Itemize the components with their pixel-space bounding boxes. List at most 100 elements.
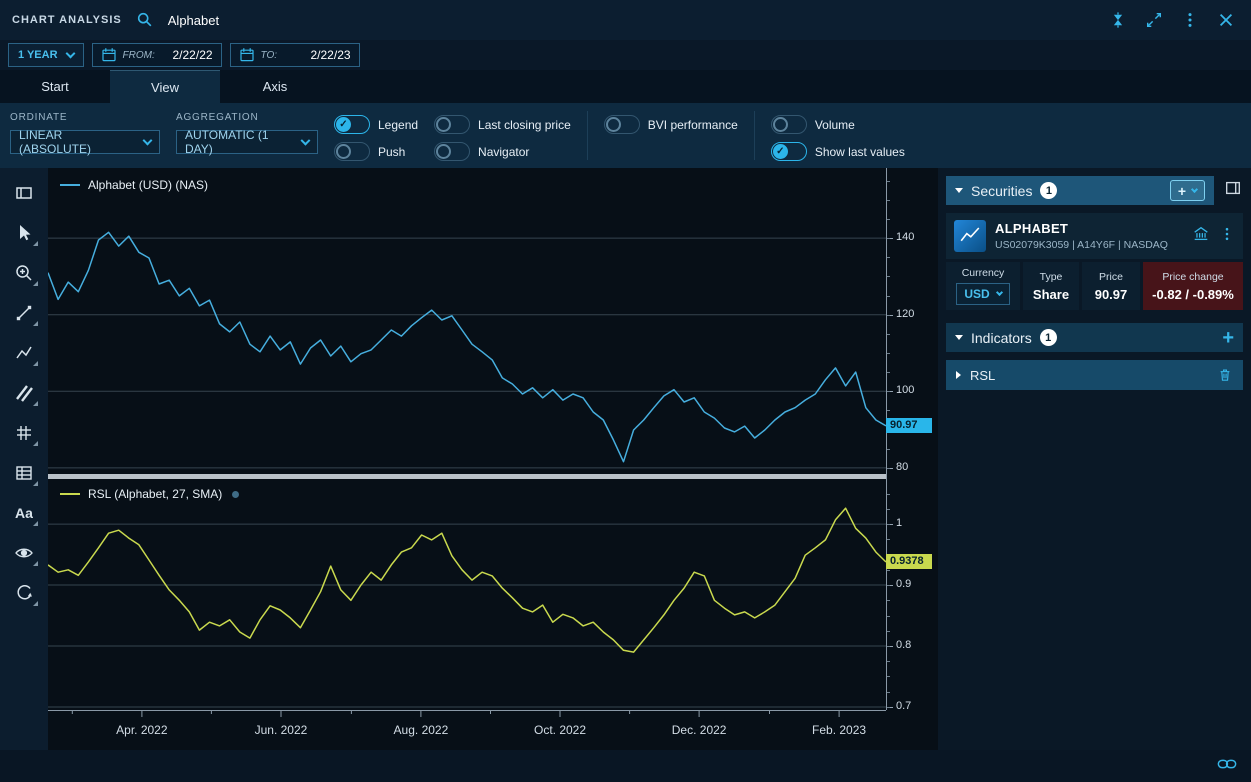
toggle-track: ✓ [434, 115, 470, 134]
search-input[interactable]: Alphabet [168, 13, 219, 28]
aggregation-select[interactable]: AUTOMATIC (1 DAY) [176, 130, 318, 154]
panels-tool-button[interactable] [4, 454, 44, 492]
link-status-icon[interactable] [1217, 757, 1237, 776]
price-panel[interactable]: Alphabet (USD) (NAS) 8010012014090.97 [48, 168, 938, 474]
collapse-panel-icon [14, 183, 34, 203]
y-axis-minor-tick [887, 353, 890, 354]
search-icon[interactable] [132, 7, 158, 33]
y-axis-tick-label: 100 [896, 384, 914, 396]
price-field: Price 90.97 [1082, 262, 1140, 310]
tab-axis[interactable]: Axis [220, 70, 330, 103]
y-axis-minor-tick [887, 391, 890, 392]
toggle-show-last-values[interactable]: ✓ Show last values [771, 142, 905, 161]
status-bar [0, 750, 1251, 782]
tab-label: View [151, 80, 179, 95]
currency-select[interactable]: USD [956, 283, 1009, 305]
toggle-legend[interactable]: ✓ Legend [334, 115, 418, 134]
price-legend-label: Alphabet (USD) (NAS) [88, 178, 208, 192]
indicators-header[interactable]: Indicators 1 + [946, 323, 1243, 352]
ordinate-select[interactable]: LINEAR (ABSOLUTE) [10, 130, 160, 154]
add-security-button[interactable]: + [1170, 180, 1205, 201]
toggle-push[interactable]: ✓ Push [334, 142, 418, 161]
ordinate-control: ORDINATE LINEAR (ABSOLUTE) [10, 103, 160, 168]
toggle-bvi-performance[interactable]: ✓ BVI performance [604, 115, 738, 134]
y-axis-minor-tick [887, 276, 890, 277]
collapse-toolbar-button[interactable] [4, 174, 44, 212]
x-axis-tick-label: Oct. 2022 [514, 723, 606, 737]
calendar-icon [239, 47, 255, 63]
security-menu-kebab-icon[interactable] [1219, 226, 1235, 247]
range-select-button[interactable]: 1 YEAR [8, 43, 84, 67]
close-icon[interactable] [1213, 7, 1239, 33]
from-value[interactable]: 2/22/22 [173, 48, 213, 62]
tab-view[interactable]: View [110, 70, 220, 103]
chart-analysis-window: CHART ANALYSIS Alphabet [0, 0, 1251, 782]
toggle-last-closing-price[interactable]: ✓ Last closing price [434, 115, 571, 134]
toggle-label: BVI performance [648, 118, 738, 132]
toggle-label: Last closing price [478, 118, 571, 132]
security-meta: US02079K3059 | A14Y6F | NASDAQ [995, 239, 1168, 251]
tab-start[interactable]: Start [0, 70, 110, 103]
zigzag-tool-button[interactable] [4, 334, 44, 372]
menu-kebab-icon[interactable] [1177, 7, 1203, 33]
reset-tool-button[interactable] [4, 574, 44, 612]
line-tool-button[interactable] [4, 294, 44, 332]
visibility-tool-button[interactable] [4, 534, 44, 572]
eye-icon [14, 543, 34, 563]
zoom-tool-button[interactable] [4, 254, 44, 292]
add-indicator-button[interactable]: + [1222, 328, 1234, 348]
trendline-icon [14, 303, 34, 323]
toggle-track: ✓ [771, 115, 807, 134]
indicator-row-rsl[interactable]: RSL [946, 360, 1243, 390]
currency-label: Currency [962, 267, 1005, 279]
to-value[interactable]: 2/22/23 [311, 48, 351, 62]
y-axis-minor-tick [887, 181, 890, 182]
channel-tool-button[interactable] [4, 374, 44, 412]
delete-indicator-button[interactable] [1217, 367, 1233, 383]
securities-header[interactable]: Securities 1 + [946, 176, 1214, 205]
price-change-field: Price change -0.82 / -0.89% [1143, 262, 1243, 310]
y-axis-minor-tick [887, 372, 890, 373]
toggle-label: Volume [815, 118, 855, 132]
chart-area[interactable]: Alphabet (USD) (NAS) 8010012014090.97 RS… [48, 168, 938, 750]
dock-icon[interactable] [1105, 7, 1131, 33]
cursor-tool-button[interactable] [4, 214, 44, 252]
toggle-track: ✓ [334, 115, 370, 134]
toggle-track: ✓ [771, 142, 807, 161]
type-label: Type [1040, 271, 1063, 283]
toggle-volume[interactable]: ✓ Volume [771, 115, 905, 134]
legend-drag-dot[interactable] [232, 491, 239, 498]
aggregation-value: AUTOMATIC (1 DAY) [185, 128, 292, 156]
security-card[interactable]: ALPHABET US02079K3059 | A14Y6F | NASDAQ [946, 213, 1243, 259]
y-axis-minor-tick [887, 570, 890, 571]
table-panel-icon [14, 463, 34, 483]
y-axis-minor-tick [887, 646, 890, 647]
sidebar-panel-icon[interactable] [1221, 176, 1245, 200]
y-axis-minor-tick [887, 219, 890, 220]
grid-tool-button[interactable] [4, 414, 44, 452]
toggle-navigator[interactable]: ✓ Navigator [434, 142, 571, 161]
y-axis-tick-label: 1 [896, 517, 902, 529]
toggle-column-3: ✓ BVI performance [604, 103, 738, 168]
exchange-bank-icon[interactable] [1192, 225, 1210, 248]
text-tool-button[interactable]: Aa [4, 494, 44, 532]
date-from-field[interactable]: FROM: 2/22/22 [92, 43, 222, 67]
price-legend[interactable]: Alphabet (USD) (NAS) [60, 178, 208, 192]
rsl-legend[interactable]: RSL (Alphabet, 27, SMA) [60, 487, 239, 501]
x-axis-tick-label: Jun. 2022 [235, 723, 327, 737]
chevron-down-icon [996, 289, 1003, 296]
grid-icon [14, 423, 34, 443]
fullscreen-icon[interactable] [1141, 7, 1167, 33]
toggle-column-4: ✓ Volume ✓ Show last values [771, 103, 905, 168]
y-axis-minor-tick [887, 468, 890, 469]
ribbon-tabs: Start View Axis [0, 70, 1251, 103]
toggle-track: ✓ [604, 115, 640, 134]
divider [587, 111, 588, 160]
panel-splitter[interactable] [48, 474, 886, 479]
toggle-label: Navigator [478, 145, 529, 159]
x-axis-tick-label: Aug. 2022 [375, 723, 467, 737]
date-to-field[interactable]: TO: 2/22/23 [230, 43, 360, 67]
view-controls-band: ORDINATE LINEAR (ABSOLUTE) AGGREGATION A… [0, 103, 1251, 168]
aggregation-control: AGGREGATION AUTOMATIC (1 DAY) [176, 103, 318, 168]
rsl-panel[interactable]: RSL (Alphabet, 27, SMA) 0.70.80.910.9378 [48, 482, 938, 710]
